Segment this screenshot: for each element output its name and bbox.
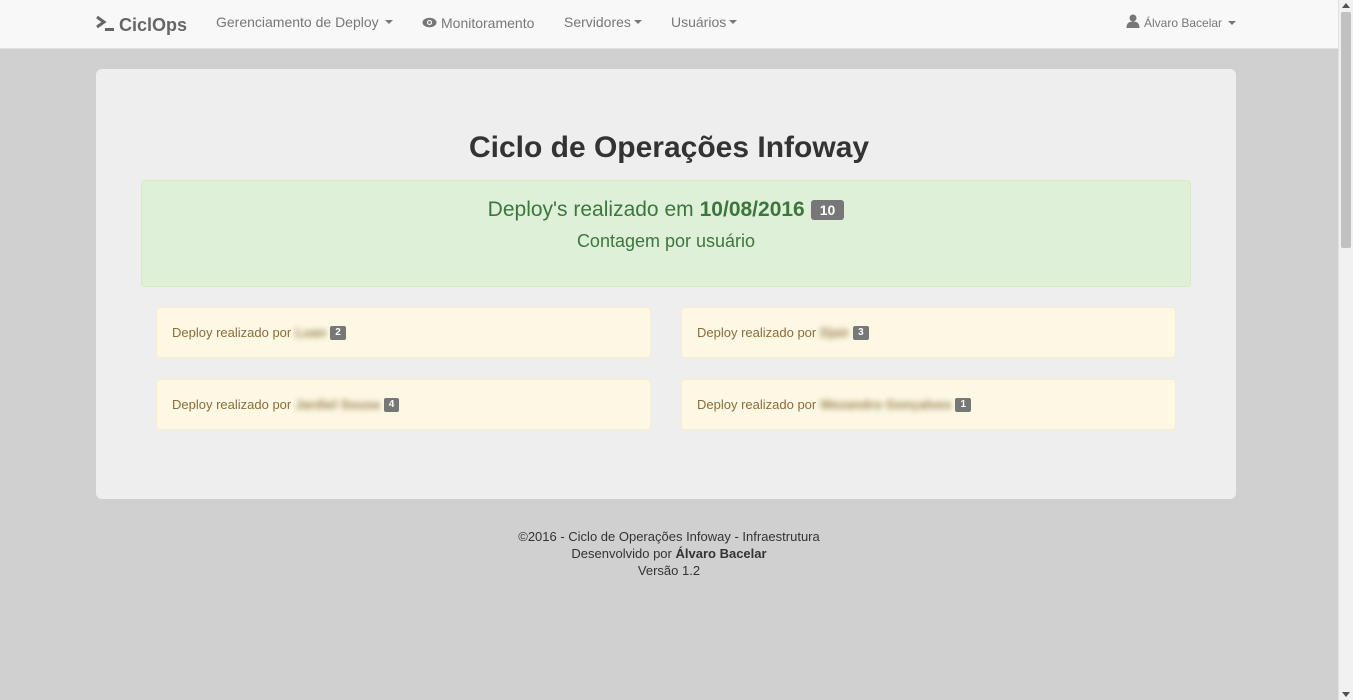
deploy-summary-date: 10/08/2016 bbox=[699, 198, 805, 221]
eye-icon bbox=[422, 14, 437, 32]
scroll-down-arrow-icon[interactable] bbox=[1342, 692, 1350, 697]
user-deploy-count-badge: 4 bbox=[383, 397, 400, 412]
nav-users-label: Usuários bbox=[671, 14, 727, 30]
nav-user-label: Álvaro Bacelar bbox=[1144, 16, 1223, 30]
user-deploy-label: Deploy realizado por bbox=[172, 325, 292, 340]
nav-monitoring[interactable]: Monitoramento bbox=[422, 14, 534, 32]
nav-deploy-management-label: Gerenciamento de Deploy bbox=[216, 14, 379, 30]
user-deploy-card: Deploy realizado por Djair 3 bbox=[681, 307, 1176, 358]
page-title: Ciclo de Operações Infoway bbox=[468, 131, 870, 164]
nav-servers-label: Servidores bbox=[564, 14, 631, 30]
user-deploy-label: Deploy realizado por bbox=[697, 397, 817, 412]
deploy-summary-alert: Deploy's realizado em 10/08/2016 10 Cont… bbox=[141, 180, 1191, 287]
scrollbar-thumb[interactable] bbox=[1341, 12, 1351, 248]
user-deploy-count-badge: 2 bbox=[330, 325, 346, 340]
deploy-total-badge: 10 bbox=[810, 200, 845, 220]
user-deploy-name: Djair bbox=[820, 325, 850, 340]
terminal-icon bbox=[95, 14, 115, 37]
user-deploy-card: Deploy realizado por Wezandro Gonçalves … bbox=[681, 379, 1176, 430]
chevron-down-icon bbox=[729, 20, 738, 24]
navbar: CiclOps Gerenciamento de Deploy Monitora… bbox=[0, 0, 1338, 49]
nav-deploy-management[interactable]: Gerenciamento de Deploy bbox=[216, 13, 393, 31]
user-deploy-card: Deploy realizado por Jardiel Sousa 4 bbox=[156, 379, 651, 430]
deploy-summary-subtitle: Contagem por usuário bbox=[576, 231, 756, 251]
nav-servers[interactable]: Servidores bbox=[564, 13, 642, 31]
chevron-down-icon bbox=[384, 20, 393, 24]
user-deploy-count-badge: 3 bbox=[853, 325, 869, 340]
user-deploy-count-badge: 1 bbox=[955, 397, 972, 412]
nav-users[interactable]: Usuários bbox=[671, 13, 738, 31]
nav-monitoring-label: Monitoramento bbox=[441, 15, 535, 31]
footer: ©2016 - Ciclo de Operações Infoway - Inf… bbox=[0, 528, 1338, 579]
deploy-summary-heading: Deploy's realizado em 10/08/2016 10 bbox=[142, 198, 1190, 222]
chevron-down-icon bbox=[633, 20, 642, 24]
footer-version: Versão 1.2 bbox=[637, 563, 701, 578]
page: CiclOps Gerenciamento de Deploy Monitora… bbox=[0, 0, 1338, 700]
user-icon bbox=[1126, 14, 1140, 33]
nav-user-menu[interactable]: Álvaro Bacelar bbox=[1126, 14, 1237, 33]
user-deploy-card: Deploy realizado por Luan 2 bbox=[156, 307, 651, 358]
brand-label: CiclOps bbox=[119, 14, 188, 35]
user-deploy-name: Luan bbox=[295, 325, 327, 340]
vertical-scrollbar[interactable] bbox=[1338, 0, 1353, 700]
footer-developer-prefix: Desenvolvido por bbox=[571, 546, 672, 561]
footer-developer-name: Álvaro Bacelar bbox=[675, 546, 767, 561]
footer-developer: Desenvolvido por Álvaro Bacelar bbox=[0, 545, 1338, 562]
deploy-summary-prefix: Deploy's realizado em bbox=[487, 198, 694, 221]
user-deploy-name: Wezandro Gonçalves bbox=[820, 397, 952, 412]
footer-copyright: ©2016 - Ciclo de Operações Infoway - Inf… bbox=[518, 529, 820, 544]
user-deploy-name: Jardiel Sousa bbox=[295, 397, 380, 412]
user-deploy-label: Deploy realizado por bbox=[172, 397, 292, 412]
brand-link[interactable]: CiclOps bbox=[95, 13, 187, 37]
user-deploy-label: Deploy realizado por bbox=[697, 325, 817, 340]
scroll-up-arrow-icon[interactable] bbox=[1342, 3, 1350, 8]
chevron-down-icon bbox=[1228, 21, 1237, 25]
